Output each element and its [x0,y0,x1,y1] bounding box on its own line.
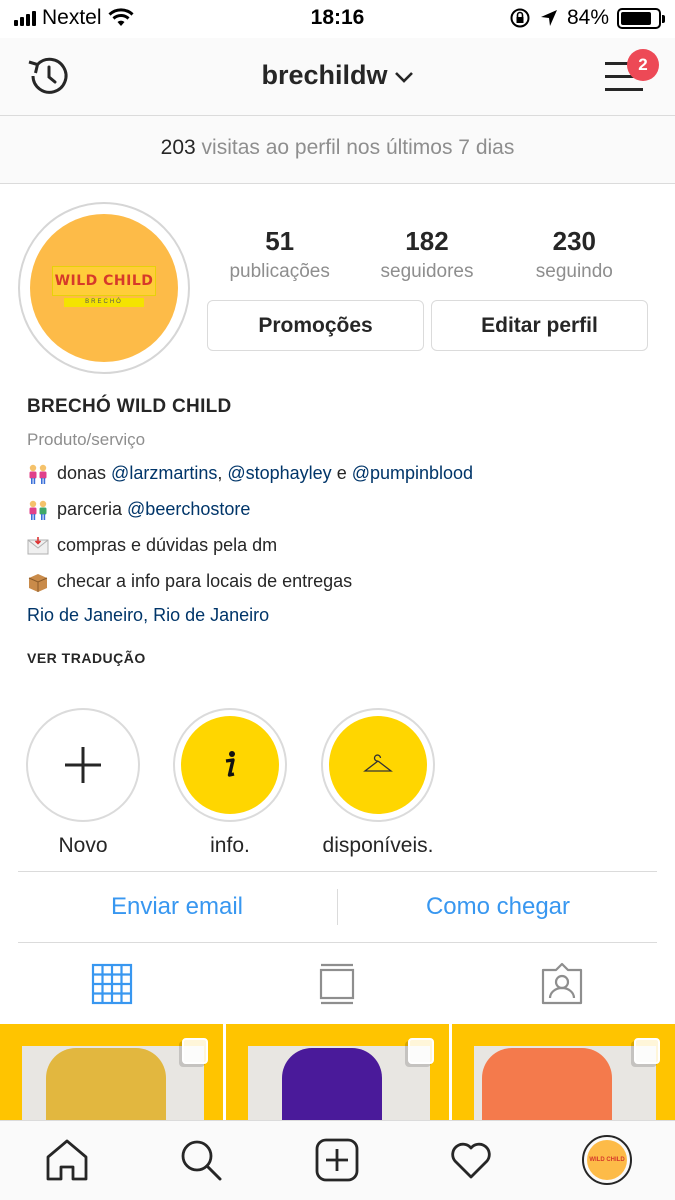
highlight-cover [329,716,427,814]
stat-followers[interactable]: 182 seguidores [353,226,500,283]
multi-photo-icon [408,1038,434,1064]
stat-label: publicações [229,261,330,282]
hanger-icon [363,754,393,772]
tagged-icon[interactable] [540,962,584,1006]
bio-separator: , [217,463,228,483]
highlight-label: info. [210,834,250,857]
highlight-label: Novo [58,834,108,857]
post-thumbnail[interactable] [452,1024,675,1120]
search-icon[interactable] [178,1137,224,1183]
visits-count: 203 [160,136,196,159]
profile-tab-avatar[interactable]: WILD CHILD [582,1135,632,1185]
post-thumbnail[interactable] [0,1024,223,1120]
couple-icon [29,500,47,520]
add-post-icon[interactable] [314,1137,360,1183]
username-label: brechildw [261,60,388,90]
highlight-circle [26,708,140,822]
post-garment [482,1048,612,1120]
highlight-available[interactable]: disponíveis. [313,708,443,858]
stat-following[interactable]: 230 seguindo [501,226,648,283]
bio-line-partner: parceria @beerchostore [27,497,657,522]
mention-link[interactable]: @larzmartins [111,463,217,484]
bio-dm-text: compras e dúvidas pela dm [57,535,278,555]
bio-partner-prefix: parceria [57,499,128,519]
mention-link[interactable]: @beerchostore [127,499,250,520]
bio-line-delivery: checar a info para locais de entregas [27,569,657,594]
two-women-icon [29,464,47,484]
profile-tabs [0,944,675,1024]
mention-link[interactable]: @pumpinblood [352,463,473,484]
stat-value: 230 [552,226,597,256]
status-bar: Nextel 18:16 84% [0,0,675,38]
post-garment [282,1048,382,1120]
profile-category: Produto/serviço [27,430,146,449]
feed-icon[interactable] [315,962,359,1006]
avatar-logo: WILD CHILD [52,266,156,296]
bio-line-owners: donas @larzmartins , @stophayley e @pump… [27,461,657,486]
highlight-info[interactable]: info. [165,708,295,858]
edit-profile-button[interactable]: Editar perfil [431,300,648,351]
highlight-cover [181,716,279,814]
battery-icon [617,7,665,29]
send-email-button[interactable]: Enviar email [18,872,336,942]
avatar-image: WILD CHILD BRECHÓ [30,214,178,362]
posts-grid [0,1024,675,1120]
stat-posts[interactable]: 51 publicações [206,226,353,283]
contact-actions: Enviar email Como chegar [18,871,657,943]
grid-icon[interactable] [90,962,134,1006]
username-switcher[interactable]: brechildw [0,60,675,91]
profile-visits-banner[interactable]: 203 visitas ao perfil nos últimos 7 dias [0,116,675,184]
info-icon [225,751,235,777]
multi-photo-icon [634,1038,660,1064]
bio-delivery-text: checar a info para locais de entregas [57,571,353,591]
profile-name: BRECHÓ WILD CHILD [27,396,232,417]
bottom-tab-bar: WILD CHILD [0,1120,675,1200]
heart-icon[interactable] [448,1137,494,1183]
highlight-new[interactable]: Novo [18,708,148,858]
profile-tab-avatar-image: WILD CHILD [587,1140,627,1180]
highlight-circle [173,708,287,822]
avatar-logo-subtext: BRECHÓ [64,298,144,307]
highlight-circle [321,708,435,822]
get-directions-button[interactable]: Como chegar [339,872,657,942]
see-translation-button[interactable]: VER TRADUÇÃO [27,650,657,666]
bio-section: BRECHÓ WILD CHILD Produto/serviço donas … [27,396,657,666]
profile-nav-bar: brechildw 2 [0,38,675,116]
profile-stats: 51 publicações 182 seguidores 230 seguin… [206,226,648,283]
chevron-down-icon [394,71,413,83]
battery-percent: 84% [566,6,609,29]
location-arrow-icon [540,10,557,26]
stat-label: seguidores [380,261,474,282]
profile-avatar[interactable]: WILD CHILD BRECHÓ [18,202,190,374]
multi-photo-icon [182,1038,208,1064]
post-garment [46,1048,166,1120]
status-right-group: 84% [509,6,665,30]
promotions-button[interactable]: Promoções [207,300,424,351]
home-icon[interactable] [44,1137,90,1183]
mention-link[interactable]: @stophayley [227,463,331,484]
stat-value: 182 [405,226,449,256]
post-thumbnail[interactable] [226,1024,449,1120]
contact-divider [337,889,338,925]
package-icon [28,573,48,592]
notification-badge: 2 [627,49,659,81]
location-link[interactable]: Rio de Janeiro, Rio de Janeiro [27,605,657,626]
rotation-lock-icon [510,8,530,28]
bio-separator: e [331,463,352,483]
highlight-label: disponíveis. [322,834,434,857]
plus-icon [65,747,101,783]
bio-owners-prefix: donas [57,463,112,483]
envelope-icon [27,536,49,554]
visits-text: visitas ao perfil nos últimos 7 dias [201,136,515,159]
bio-line-dm: compras e dúvidas pela dm [27,533,657,558]
stat-value: 51 [265,226,295,256]
stat-label: seguindo [535,261,613,282]
